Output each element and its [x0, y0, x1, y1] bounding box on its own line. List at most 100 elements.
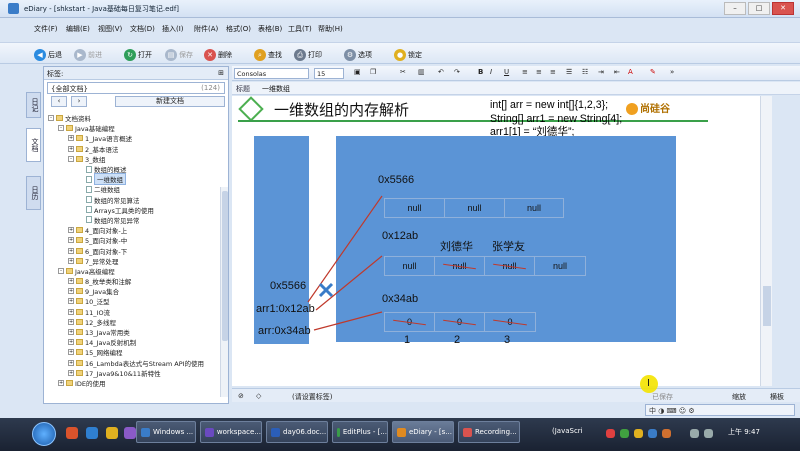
tray-icon[interactable]	[620, 429, 629, 438]
tab-calendar[interactable]: 日历	[26, 176, 41, 210]
folder-icon[interactable]	[106, 427, 118, 439]
font-size-select[interactable]: 15	[314, 68, 344, 79]
tree-node[interactable]: +13_Java常用类	[44, 327, 228, 337]
tree-node[interactable]: 数组的常见异常	[44, 215, 228, 225]
align-right-icon[interactable]: ≡	[550, 68, 556, 76]
tray-icon[interactable]	[606, 429, 615, 438]
tree-node[interactable]: +17_Java9&10&11新特性	[44, 368, 228, 378]
undo-icon[interactable]: ↶	[438, 68, 444, 76]
ime-bar[interactable]: 中 ◑ ⌨ ☺ ⚙	[645, 404, 795, 416]
collapse-icon[interactable]: -	[48, 115, 54, 122]
volume-icon[interactable]	[690, 429, 699, 438]
indent-icon[interactable]: ⇥	[598, 68, 604, 76]
explorer-icon[interactable]	[86, 427, 98, 439]
tree-node[interactable]: - 3_数组	[44, 154, 228, 164]
tree-node[interactable]: + IDE的使用	[44, 378, 228, 388]
tree-node[interactable]: - Java基础编程	[44, 123, 228, 133]
task-day06[interactable]: day06.doc...	[266, 421, 328, 443]
expand-icon[interactable]: +	[68, 145, 74, 152]
menu-edit[interactable]: 编辑(E)	[66, 24, 90, 34]
redo-icon[interactable]: ↷	[454, 68, 460, 76]
status-tags[interactable]: (请设置标签)	[292, 392, 332, 402]
pin-icon[interactable]: ⊞	[218, 69, 224, 77]
editor-scroll-thumb[interactable]	[763, 286, 771, 326]
align-left-icon[interactable]: ≡	[522, 68, 528, 76]
expand-icon[interactable]: +	[68, 308, 74, 315]
expand-icon[interactable]: +	[68, 329, 74, 336]
font-color-icon[interactable]: A	[628, 68, 633, 76]
more-icon[interactable]: »	[670, 68, 674, 76]
list-icon[interactable]: ☰	[566, 68, 572, 76]
tree-node[interactable]: +16_Lambda表达式与Stream API的使用	[44, 358, 228, 368]
menu-view[interactable]: 视图(V)	[98, 24, 122, 34]
open-button[interactable]: ↻ 打开	[124, 48, 152, 61]
tree-node[interactable]: Arrays工具类的使用	[44, 205, 228, 215]
attachment-icon[interactable]: ⊘	[238, 392, 244, 400]
close-button[interactable]: ✕	[772, 2, 794, 15]
tree-node[interactable]: - 文档资料	[44, 113, 228, 123]
expand-icon[interactable]: +	[68, 349, 74, 356]
menu-tools[interactable]: 工具(T)	[288, 24, 312, 34]
tree-node[interactable]: +5_面向对象-中	[44, 235, 228, 245]
expand-icon[interactable]: +	[68, 288, 74, 295]
paste-icon[interactable]: ▣	[354, 68, 361, 76]
tray-icon[interactable]	[648, 429, 657, 438]
tree-node[interactable]: +11_IO流	[44, 307, 228, 317]
font-select[interactable]: Consolas	[234, 68, 309, 79]
tree-node[interactable]: 数组的概述	[44, 164, 228, 174]
tree-scrollbar[interactable]	[220, 187, 228, 397]
print-button[interactable]: ⎙ 打印	[294, 48, 322, 61]
tab-diary[interactable]: 日记	[26, 92, 41, 118]
new-document-button[interactable]: 新建文档	[115, 96, 225, 107]
menu-format[interactable]: 格式(O)	[226, 24, 251, 34]
expand-icon[interactable]: +	[68, 298, 74, 305]
task-recording[interactable]: Recording...	[458, 421, 520, 443]
expand-icon[interactable]: +	[68, 339, 74, 346]
tree-node[interactable]: +9_Java集合	[44, 286, 228, 296]
menu-insert[interactable]: 插入(I)	[162, 24, 184, 34]
forward-button[interactable]: ▶ 前进	[74, 48, 102, 61]
expand-icon[interactable]: +	[68, 359, 74, 366]
menu-document[interactable]: 文档(D)	[130, 24, 155, 34]
tag-selector[interactable]: {全部文档} (124)	[47, 82, 225, 94]
tree-node[interactable]: +2_基本语法	[44, 144, 228, 154]
start-button[interactable]	[32, 422, 56, 446]
app-icon[interactable]	[124, 427, 136, 439]
menu-table[interactable]: 表格(B)	[258, 24, 282, 34]
collapse-icon[interactable]: -	[58, 267, 64, 274]
browser-icon[interactable]	[66, 427, 78, 439]
task-editplus[interactable]: EditPlus - [...	[332, 421, 388, 443]
find-button[interactable]: ⌕ 查找	[254, 48, 282, 61]
menu-attachment[interactable]: 附件(A)	[194, 24, 218, 34]
tray-icon[interactable]	[662, 429, 671, 438]
highlight-icon[interactable]: ✎	[650, 68, 656, 76]
tree-node[interactable]: - Java高级编程	[44, 266, 228, 276]
tree-node[interactable]: +15_网络编程	[44, 347, 228, 357]
outdent-icon[interactable]: ⇤	[614, 68, 620, 76]
tag-icon[interactable]: ◇	[256, 392, 261, 400]
document-title[interactable]: 一维数组	[262, 85, 290, 93]
tree-node[interactable]: +1_Java语言概述	[44, 133, 228, 143]
nav-prev-button[interactable]: ‹	[51, 96, 67, 107]
underline-icon[interactable]: U	[504, 68, 509, 76]
tray-icon[interactable]	[634, 429, 643, 438]
collapse-icon[interactable]: -	[58, 125, 64, 132]
align-center-icon[interactable]: ≡	[536, 68, 542, 76]
network-icon[interactable]	[704, 429, 713, 438]
collapse-icon[interactable]: -	[68, 155, 74, 162]
expand-icon[interactable]: +	[68, 318, 74, 325]
save-button[interactable]: ▤ 保存	[165, 48, 193, 61]
tree-node[interactable]: 一维数组	[44, 173, 228, 186]
ime-language[interactable]: 中	[649, 407, 656, 415]
format-painter-icon[interactable]: ▥	[418, 68, 425, 76]
expand-icon[interactable]: +	[68, 247, 74, 254]
tree-node[interactable]: 二维数组	[44, 184, 228, 194]
tree-node[interactable]: 数组的常见算法	[44, 195, 228, 205]
clock[interactable]: 上午 9:47	[728, 427, 760, 437]
tree-node[interactable]: +14_Java反射机制	[44, 337, 228, 347]
expand-icon[interactable]: +	[68, 227, 74, 234]
task-workspace[interactable]: workspace...	[200, 421, 262, 443]
menu-help[interactable]: 帮助(H)	[318, 24, 343, 34]
tree-scroll-thumb[interactable]	[222, 191, 228, 341]
tray-label[interactable]: (JavaScri	[552, 427, 583, 435]
